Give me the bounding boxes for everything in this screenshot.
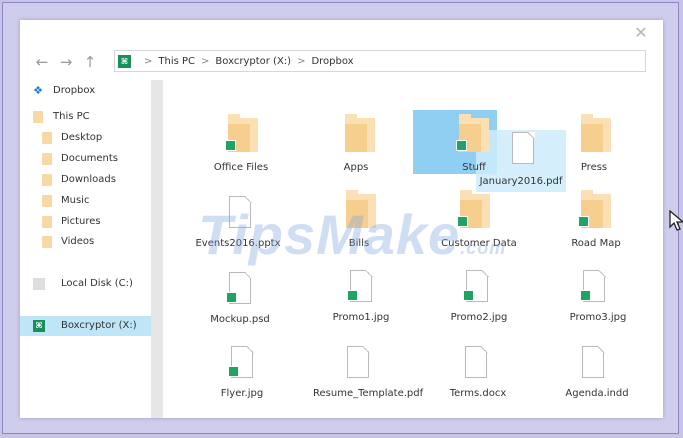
item-label: Road Map xyxy=(571,238,621,249)
item-label: Events2016.pptx xyxy=(195,238,281,249)
breadcrumb-separator: > xyxy=(144,55,153,67)
encrypted-badge-icon xyxy=(225,140,236,151)
folder-icon xyxy=(42,174,52,186)
sidebar-item-this-pc[interactable]: This PC xyxy=(20,107,151,127)
sidebar-item-desktop[interactable]: Desktop xyxy=(20,128,151,148)
folder-icon xyxy=(42,216,52,228)
folder-icon xyxy=(42,153,52,165)
sidebar-item-music[interactable]: Music xyxy=(20,191,151,211)
item-label: Office Files xyxy=(213,162,269,173)
dragged-file[interactable]: January2016.pdf xyxy=(466,120,576,188)
sidebar-item-videos[interactable]: Videos xyxy=(20,232,151,252)
breadcrumb-dropbox[interactable]: Dropbox xyxy=(311,56,353,67)
sidebar-scrollbar[interactable] xyxy=(151,80,163,418)
item-label: Mockup.psd xyxy=(210,314,270,325)
item-label: Resume_Template.pdf xyxy=(313,388,424,399)
boxcryptor-icon: ⌘ xyxy=(118,54,131,68)
boxcryptor-icon: ⌘ xyxy=(33,320,45,332)
disk-icon xyxy=(33,278,45,290)
sidebar: ❖ Dropbox This PC Desktop Documents Down… xyxy=(20,80,151,418)
title-bar: ✕ xyxy=(20,20,663,46)
folder-apps[interactable]: Apps xyxy=(301,110,411,178)
file-events2016[interactable]: Events2016.pptx xyxy=(183,186,293,254)
sidebar-item-label: Videos xyxy=(61,236,95,247)
encrypted-badge-icon xyxy=(457,216,468,227)
breadcrumb-this-pc[interactable]: This PC xyxy=(158,56,195,67)
encrypted-badge-icon xyxy=(228,366,239,377)
file-promo3[interactable]: Promo3.jpg xyxy=(543,260,653,328)
file-grid: Office Files Apps Stuff Press January201… xyxy=(163,80,683,418)
item-label: Apps xyxy=(343,162,369,173)
item-label: Agenda.indd xyxy=(565,388,629,399)
file-mockup[interactable]: Mockup.psd xyxy=(185,262,295,330)
item-label: Promo2.jpg xyxy=(450,312,508,323)
item-label: Flyer.jpg xyxy=(220,388,264,399)
close-button[interactable]: ✕ xyxy=(633,25,649,41)
sidebar-item-label: Documents xyxy=(61,153,119,164)
dropbox-icon: ❖ xyxy=(33,84,43,97)
item-label: Terms.docx xyxy=(449,388,507,399)
sidebar-item-label: Dropbox xyxy=(53,85,96,96)
file-explorer-window: ✕ ← → ↑ ⌘ > This PC > Boxcryptor (X:) > … xyxy=(20,20,683,418)
folder-road-map[interactable]: Road Map xyxy=(541,186,651,254)
encrypted-badge-icon xyxy=(226,292,237,303)
sidebar-item-label: Desktop xyxy=(61,132,103,143)
sidebar-item-documents[interactable]: Documents xyxy=(20,149,151,169)
folder-office-files[interactable]: Office Files xyxy=(186,110,296,178)
file-icon xyxy=(512,131,535,164)
sidebar-item-downloads[interactable]: Downloads xyxy=(20,170,151,190)
item-label: Bills xyxy=(348,238,370,249)
mouse-cursor-icon xyxy=(669,210,683,231)
sidebar-item-label: Local Disk (C:) xyxy=(61,278,133,289)
back-button[interactable]: ← xyxy=(32,52,52,72)
sidebar-item-label: Pictures xyxy=(61,216,101,227)
sidebar-item-boxcryptor[interactable]: ⌘ Boxcryptor (X:) xyxy=(20,316,151,336)
file-promo2[interactable]: Promo2.jpg xyxy=(424,260,534,328)
file-agenda[interactable]: Agenda.indd xyxy=(542,336,652,404)
file-resume-template[interactable]: Resume_Template.pdf xyxy=(313,336,423,404)
folder-icon xyxy=(42,132,52,144)
file-promo1[interactable]: Promo1.jpg xyxy=(306,260,416,328)
forward-button[interactable]: → xyxy=(56,52,76,72)
address-bar[interactable]: ⌘ > This PC > Boxcryptor (X:) > Dropbox xyxy=(114,50,646,72)
item-label: Promo1.jpg xyxy=(332,312,390,323)
file-icon xyxy=(347,345,370,378)
folder-icon xyxy=(346,190,376,228)
sidebar-item-label: Downloads xyxy=(61,174,116,185)
folder-icon xyxy=(42,236,52,248)
encrypted-badge-icon xyxy=(580,290,591,301)
sidebar-item-local-disk[interactable]: Local Disk (C:) xyxy=(20,274,151,294)
item-label: Customer Data xyxy=(441,238,517,249)
up-button[interactable]: ↑ xyxy=(80,52,100,72)
sidebar-item-label: Boxcryptor (X:) xyxy=(61,320,137,331)
breadcrumb-boxcryptor[interactable]: Boxcryptor (X:) xyxy=(215,56,291,67)
breadcrumb-separator: > xyxy=(297,55,306,67)
sidebar-item-dropbox[interactable]: ❖ Dropbox xyxy=(20,81,151,101)
folder-icon xyxy=(345,114,375,152)
breadcrumb-separator: > xyxy=(201,55,210,67)
file-terms[interactable]: Terms.docx xyxy=(423,336,533,404)
folder-icon xyxy=(42,195,52,207)
folder-customer-data[interactable]: Customer Data xyxy=(424,186,534,254)
file-icon xyxy=(229,195,252,228)
sidebar-item-label: Music xyxy=(61,195,90,206)
file-icon xyxy=(465,345,488,378)
encrypted-badge-icon xyxy=(578,216,589,227)
folder-bills[interactable]: Bills xyxy=(304,186,414,254)
file-icon xyxy=(582,345,605,378)
file-flyer[interactable]: Flyer.jpg xyxy=(187,336,297,404)
encrypted-badge-icon xyxy=(463,290,474,301)
item-label: Promo3.jpg xyxy=(569,312,627,323)
sidebar-item-label: This PC xyxy=(53,111,90,122)
navigation-bar: ← → ↑ ⌘ > This PC > Boxcryptor (X:) > Dr… xyxy=(20,48,663,78)
sidebar-item-pictures[interactable]: Pictures xyxy=(20,212,151,232)
encrypted-badge-icon xyxy=(347,290,358,301)
folder-icon xyxy=(33,111,43,123)
folder-icon xyxy=(581,114,611,152)
